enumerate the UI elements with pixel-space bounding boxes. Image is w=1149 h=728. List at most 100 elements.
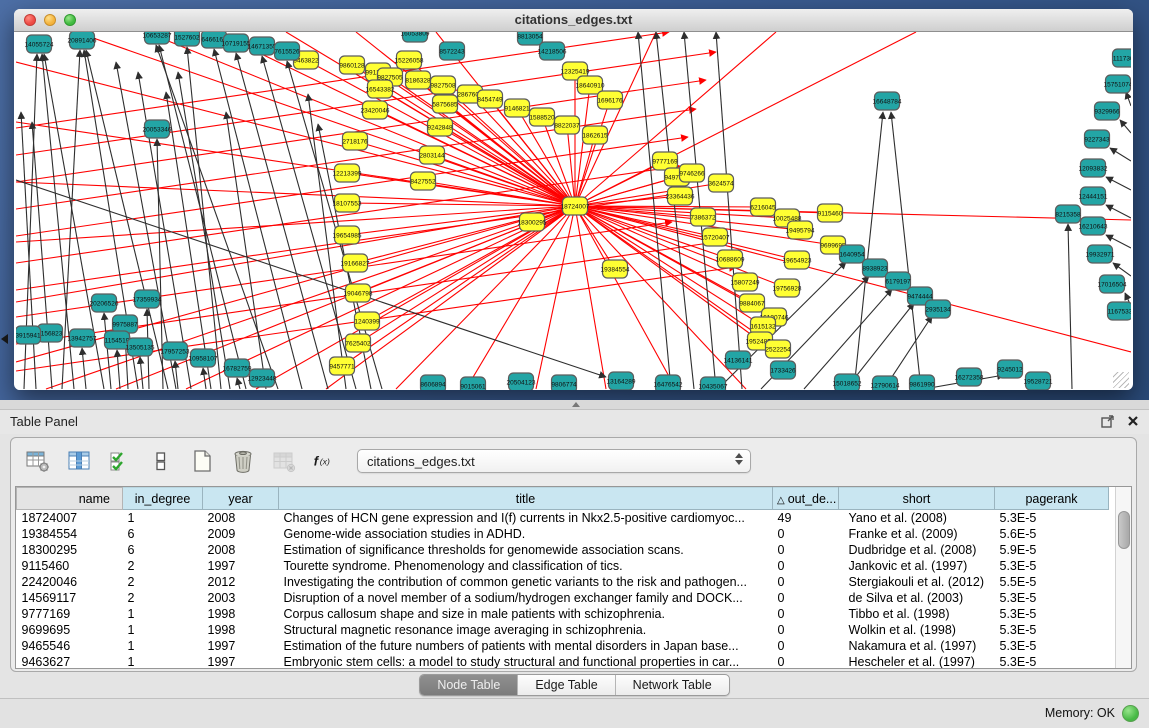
function-builder-icon[interactable]: f (x) xyxy=(312,448,338,474)
graph-node[interactable]: 9884067 xyxy=(739,294,765,312)
graph-node[interactable]: 12444151 xyxy=(1079,187,1108,205)
tab-edge-table[interactable]: Edge Table xyxy=(517,675,614,695)
float-panel-icon[interactable] xyxy=(1101,414,1115,428)
graph-node[interactable]: 8938923 xyxy=(862,259,888,277)
graph-node[interactable]: 10719155 xyxy=(222,34,251,52)
graph-edge[interactable] xyxy=(140,357,143,389)
graph-edge[interactable] xyxy=(1126,92,1131,106)
graph-node[interactable]: 9777169 xyxy=(652,152,678,170)
graph-node[interactable]: 16543382 xyxy=(366,80,395,98)
graph-node[interactable]: 19495794 xyxy=(786,221,815,239)
graph-edge[interactable] xyxy=(1106,205,1131,218)
graph-node[interactable]: 23420046 xyxy=(361,101,390,119)
graph-node[interactable]: 20053346 xyxy=(143,120,172,138)
graph-node[interactable]: 1862615 xyxy=(582,126,608,144)
graph-node[interactable]: 19654923 xyxy=(783,251,812,269)
show-columns-icon[interactable] xyxy=(66,448,92,474)
graph-node[interactable]: 14136141 xyxy=(724,351,753,369)
graph-node[interactable]: 1588520 xyxy=(529,108,555,126)
graph-node[interactable]: 18300295 xyxy=(518,213,547,231)
table-row[interactable]: 1872400712008Changes of HCN gene express… xyxy=(17,510,1109,527)
graph-node[interactable]: 9242848 xyxy=(427,118,453,136)
graph-node[interactable]: 17016504 xyxy=(1098,275,1127,293)
graph-node[interactable]: 15018652 xyxy=(833,374,862,390)
column-header-out_de[interactable]: △out_de... xyxy=(773,488,839,510)
table-row[interactable]: 1456911722003Disruption of a novel membe… xyxy=(17,590,1109,606)
table-mode-icon[interactable] xyxy=(25,448,51,474)
graph-node[interactable]: 8822037 xyxy=(554,116,580,134)
graph-node[interactable]: 9827508 xyxy=(430,76,456,94)
graph-node[interactable]: 7625402 xyxy=(345,334,371,352)
graph-edge[interactable] xyxy=(891,112,921,389)
graph-node[interactable]: 8572243 xyxy=(439,42,465,60)
table-scrollbar-thumb[interactable] xyxy=(1118,511,1130,549)
graph-node[interactable]: 14671355 xyxy=(248,37,277,55)
column-header-name[interactable]: name xyxy=(17,488,123,510)
graph-node[interactable]: 2803144 xyxy=(419,146,445,164)
graph-node[interactable]: 14218506 xyxy=(538,42,567,60)
graph-edge[interactable] xyxy=(237,378,240,389)
graph-node[interactable]: 19932971 xyxy=(1086,245,1115,263)
graph-node[interactable]: 16782759 xyxy=(223,359,252,377)
table-selector-dropdown[interactable]: citations_edges.txt xyxy=(357,449,751,473)
graph-node[interactable]: 9746266 xyxy=(679,164,705,182)
column-header-short[interactable]: short xyxy=(839,488,995,510)
table-row[interactable]: 969969511998Structural magnetic resonanc… xyxy=(17,622,1109,638)
column-header-pagerank[interactable]: pagerank xyxy=(995,488,1109,510)
graph-node[interactable]: 2522254 xyxy=(765,340,791,358)
graph-edge[interactable] xyxy=(575,206,1131,352)
graph-edge[interactable] xyxy=(536,206,575,389)
graph-node[interactable]: 19046798 xyxy=(344,284,373,302)
table-row[interactable]: 1830029562008Estimation of significance … xyxy=(17,542,1109,558)
graph-node[interactable]: 3624574 xyxy=(708,174,734,192)
graph-node[interactable]: 16476542 xyxy=(654,375,683,390)
table-row[interactable]: 946362711997Embryonic stem cells: a mode… xyxy=(17,654,1109,669)
graph-node[interactable]: 3915941 xyxy=(16,326,41,344)
graph-edge[interactable] xyxy=(226,112,266,389)
graph-node[interactable]: 12093832 xyxy=(1079,159,1108,177)
graph-node[interactable]: 18724007 xyxy=(561,197,590,215)
new-table-icon[interactable] xyxy=(189,448,215,474)
graph-edge[interactable] xyxy=(82,348,86,389)
graph-node[interactable]: 13164289 xyxy=(607,372,636,390)
graph-node[interactable]: 7615526 xyxy=(274,42,300,60)
zoom-window-button[interactable] xyxy=(64,14,76,26)
graph-node[interactable]: 10435067 xyxy=(699,377,728,390)
network-canvas[interactable]: 1872400718300295193845549463822986012899… xyxy=(16,32,1131,390)
graph-node[interactable]: 1167533 xyxy=(1108,302,1132,320)
graph-node[interactable]: 23364436 xyxy=(666,187,695,205)
graph-node[interactable]: 1640954 xyxy=(839,245,865,263)
graph-node[interactable]: 7386372 xyxy=(690,208,716,226)
graph-node[interactable]: 9806774 xyxy=(551,375,577,390)
delete-icon[interactable] xyxy=(230,448,256,474)
graph-node[interactable]: 9245012 xyxy=(997,360,1023,378)
network-window-titlebar[interactable]: citations_edges.txt xyxy=(14,9,1133,32)
column-header-title[interactable]: title xyxy=(279,488,773,510)
graph-node[interactable]: 16648784 xyxy=(873,92,902,110)
graph-node[interactable]: 20504123 xyxy=(507,373,536,390)
graph-edge[interactable] xyxy=(76,32,575,206)
graph-node[interactable]: 8454749 xyxy=(477,90,503,108)
graph-edge[interactable] xyxy=(46,206,575,389)
minimize-window-button[interactable] xyxy=(44,14,56,26)
graph-node[interactable]: 12790614 xyxy=(871,376,900,390)
graph-node[interactable]: 8813054 xyxy=(517,32,543,45)
graph-node[interactable]: 9146821 xyxy=(504,99,530,117)
graph-edge[interactable] xyxy=(32,122,52,389)
graph-node[interactable]: 9015061 xyxy=(460,377,486,390)
graph-node[interactable]: 2935134 xyxy=(925,300,951,318)
table-scrollbar[interactable] xyxy=(1115,487,1131,668)
graph-edge[interactable] xyxy=(1068,224,1072,389)
graph-edge[interactable] xyxy=(104,313,111,389)
graph-edge[interactable] xyxy=(396,206,575,389)
tab-network-table[interactable]: Network Table xyxy=(615,675,729,695)
graph-node[interactable]: 16272358 xyxy=(955,368,984,386)
graph-node[interactable]: 14055724 xyxy=(25,35,54,53)
table-row[interactable]: 946554611997Estimation of the future num… xyxy=(17,638,1109,654)
panel-splitter[interactable] xyxy=(0,400,1149,410)
table-row[interactable]: 911546021997Tourette syndrome. Phenomeno… xyxy=(17,558,1109,574)
graph-node[interactable]: 10688609 xyxy=(716,250,745,268)
graph-node[interactable]: 9329966 xyxy=(1094,102,1120,120)
graph-node[interactable]: 10958107 xyxy=(189,349,218,367)
graph-edge[interactable] xyxy=(1106,177,1131,190)
